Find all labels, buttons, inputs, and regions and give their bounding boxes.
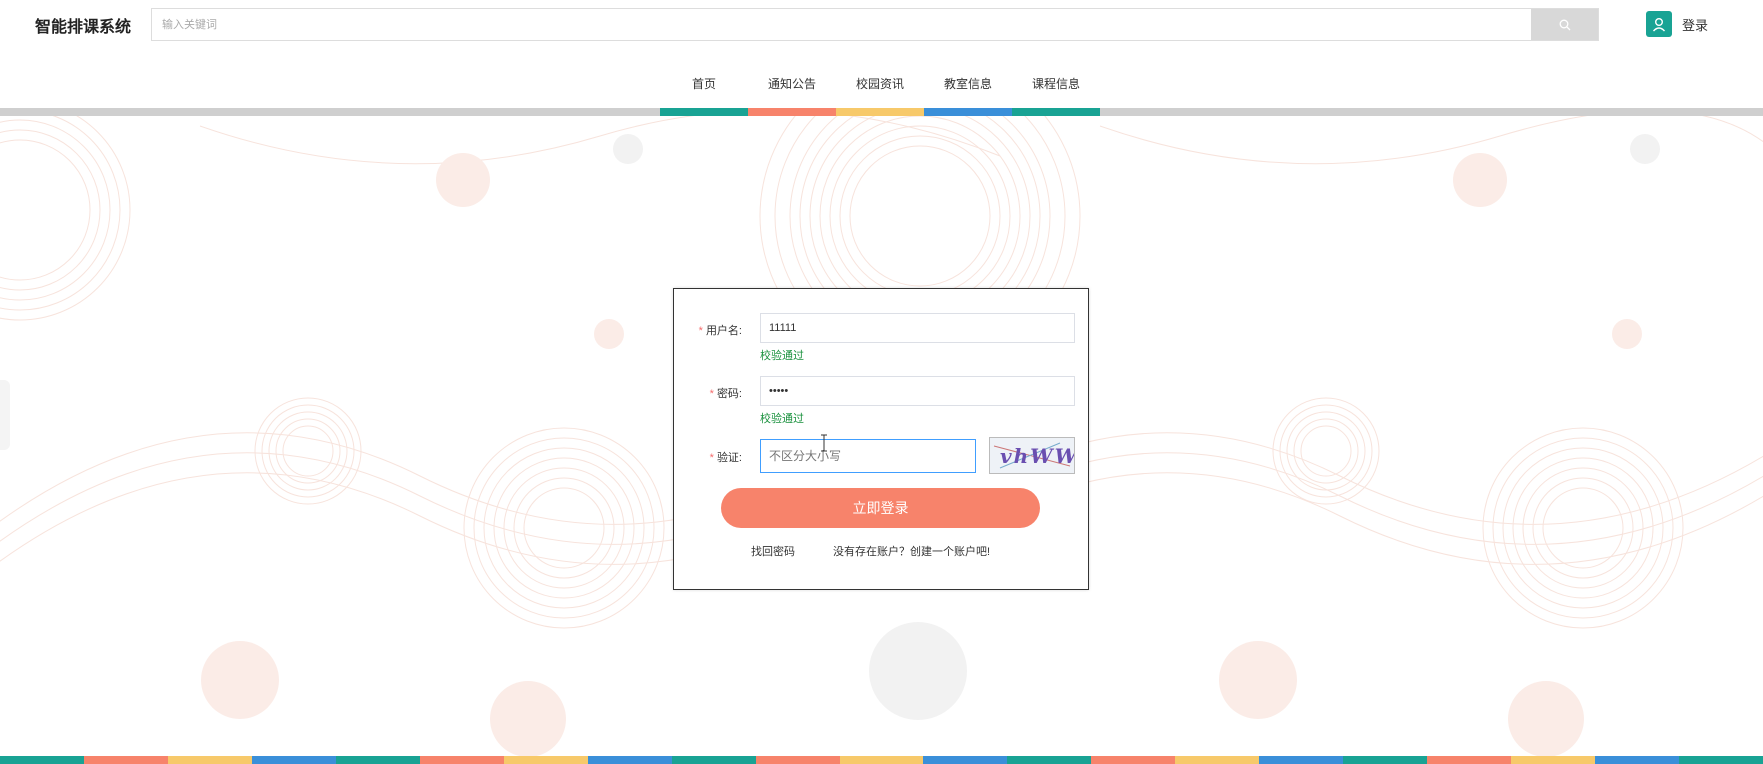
search-input[interactable] [152,9,1532,40]
main-nav: 首页 通知公告 校园资讯 教室信息 课程信息 [660,62,1100,116]
footer-stripe [0,756,1763,764]
nav-item-label: 教室信息 [943,77,992,91]
login-label: 登录 [1682,17,1709,33]
nav-item-label: 校园资讯 [855,77,904,91]
side-tab[interactable] [0,380,10,450]
nav-indicator [1012,108,1100,116]
password-validation: 校验通过 [760,413,804,425]
forgot-password-link[interactable]: 找回密码 [751,543,795,559]
nav-item-home[interactable]: 首页 [660,62,748,116]
site-title: 智能排课系统 [35,19,132,36]
nav-indicator [748,108,836,116]
search-icon [1559,19,1570,30]
nav-item-news[interactable]: 校园资讯 [836,62,924,116]
nav-item-notices[interactable]: 通知公告 [748,62,836,116]
username-label: * 用户名: [698,325,742,337]
text-cursor-icon [821,434,827,452]
user-icon [1646,11,1672,37]
search-button[interactable] [1531,9,1598,40]
login-button[interactable]: 立即登录 [721,488,1040,528]
nav-item-label: 课程信息 [1031,77,1080,91]
header: 智能排课系统 登录 [0,0,1763,50]
login-card: *用户名: 校验通过 *密码: 校验通过 *验证: vhWW 立即登录 找回密码… [673,288,1089,590]
nav-indicator [836,108,924,116]
password-label: * 密码: [709,388,742,400]
register-link[interactable]: 没有存在账户？创建一个账户吧! [833,543,990,559]
captcha-image[interactable]: vhWW [989,437,1078,474]
nav-item-classrooms[interactable]: 教室信息 [924,62,1012,116]
search-bar [151,8,1599,41]
captcha-input[interactable] [760,439,976,473]
nav-indicator [924,108,1012,116]
login-entry[interactable]: 登录 [1646,11,1708,37]
username-validation: 校验通过 [760,350,804,362]
username-input[interactable] [760,313,1075,343]
nav-item-courses[interactable]: 课程信息 [1012,62,1100,116]
password-input[interactable] [760,376,1075,406]
captcha-graphic: vhWW [993,442,1078,469]
captcha-label: * 验证: [709,452,742,464]
nav-indicator [660,108,748,116]
nav-item-label: 通知公告 [767,77,816,91]
captcha-text: vhWW [1000,444,1074,468]
nav-item-label: 首页 [691,77,716,91]
